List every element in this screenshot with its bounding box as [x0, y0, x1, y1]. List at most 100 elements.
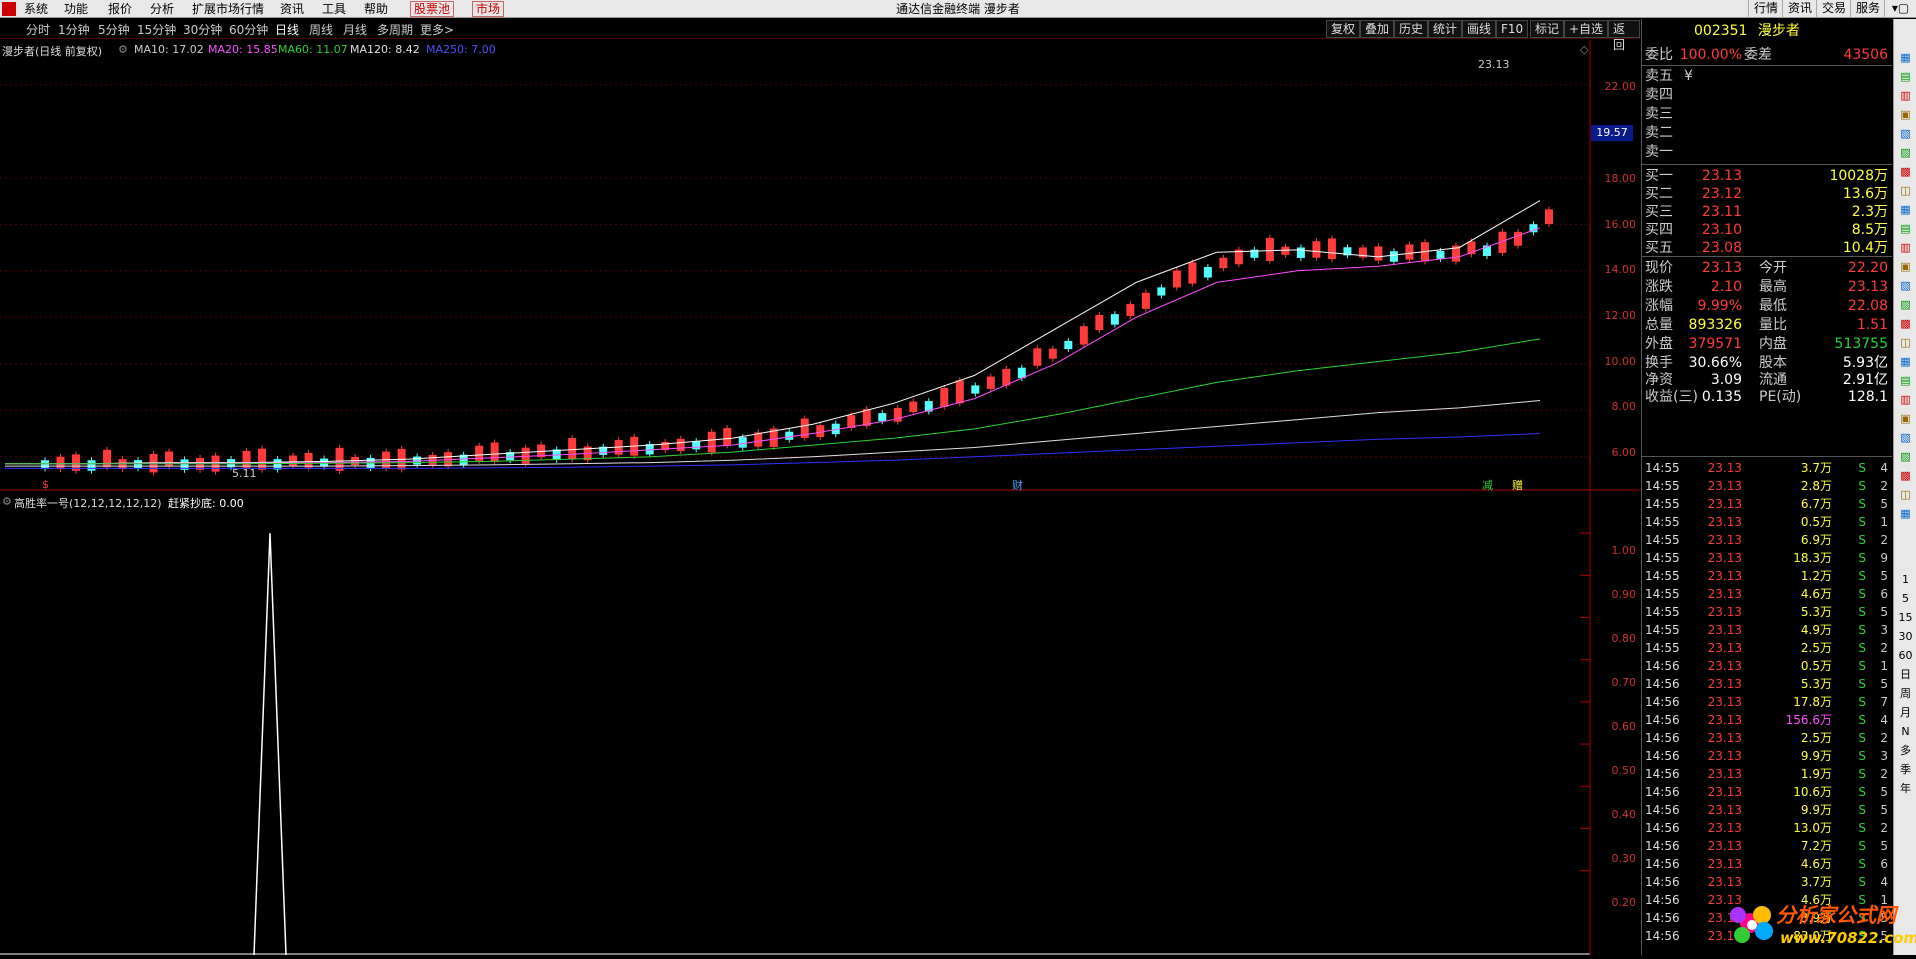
tool-add-watch[interactable]: +自选 [1564, 20, 1609, 38]
kline-svg [0, 40, 1640, 491]
period-15min[interactable]: 15分钟 [137, 21, 176, 38]
side-tool-icon[interactable]: ▦ [1897, 353, 1914, 370]
ind-tick-1: 1.00 [1611, 544, 1637, 557]
tool-overlay[interactable]: 叠加 [1360, 20, 1395, 38]
side-tool-icon[interactable]: ▣ [1897, 258, 1914, 275]
period-60min[interactable]: 60分钟 [229, 21, 268, 38]
menu-quote[interactable]: 报价 [108, 1, 132, 17]
collapse-icon[interactable]: ◇ [1580, 43, 1588, 56]
menu-extended-market[interactable]: 扩展市场行情 [192, 1, 264, 17]
period-tick[interactable]: 分时 [26, 21, 50, 38]
tick-side: S [1858, 569, 1866, 583]
period-multi[interactable]: 多周期 [377, 21, 413, 38]
period-30min[interactable]: 30分钟 [183, 21, 222, 38]
side-tool-icon[interactable]: ▩ [1897, 163, 1914, 180]
indicator-toggle-icon[interactable]: ⚙ [2, 495, 12, 508]
ind-tick-4: 0.70 [1611, 676, 1637, 689]
menu-news[interactable]: 资讯 [280, 1, 304, 17]
event-marker-dollar[interactable]: $ [42, 478, 49, 491]
event-marker-reduce[interactable]: 减 [1482, 477, 1493, 493]
side-tool-icon[interactable]: ◫ [1897, 182, 1914, 199]
menu-system[interactable]: 系统 [24, 1, 48, 17]
period-5min[interactable]: 5分钟 [98, 21, 130, 38]
side-tool-icon[interactable]: ▨ [1897, 144, 1914, 161]
side-period-11[interactable]: 年 [1897, 780, 1914, 797]
period-monthly[interactable]: 月线 [343, 21, 367, 38]
menu-stock-pool[interactable]: 股票池 [410, 1, 455, 17]
ind-tick-5: 0.60 [1611, 720, 1637, 733]
kline-chart[interactable]: 漫步者(日线 前复权) ⚙ MA10: 17.02 MA20: 15.85 MA… [0, 40, 1640, 493]
tool-draw[interactable]: 画线 [1462, 20, 1497, 38]
event-marker-finance[interactable]: 财 [1012, 477, 1023, 493]
indicator-chart[interactable]: ⚙ 高胜率一号(12,12,12,12,12) 赶紧抄底: 0.00 1.00 … [0, 492, 1640, 956]
side-tool-icon[interactable]: ▨ [1897, 448, 1914, 465]
settings-icon[interactable]: ⚙ [118, 43, 128, 56]
side-tool-icon[interactable]: ▩ [1897, 315, 1914, 332]
tool-f10[interactable]: F10 [1496, 20, 1529, 38]
period-weekly[interactable]: 周线 [309, 21, 333, 38]
menu-function[interactable]: 功能 [64, 1, 88, 17]
side-period-1[interactable]: 5 [1897, 590, 1914, 607]
tick-time: 14:56 [1645, 749, 1680, 763]
top-trade-button[interactable]: 交易 [1816, 0, 1851, 18]
tool-mark[interactable]: 标记 [1530, 20, 1565, 38]
stat-label-left: 总量 [1645, 317, 1673, 333]
side-tool-icon[interactable]: ▤ [1897, 220, 1914, 237]
side-tool-icon[interactable]: ▣ [1897, 410, 1914, 427]
window-controls[interactable]: ▾▢ [1884, 0, 1916, 18]
side-tool-icon[interactable]: ▦ [1897, 505, 1914, 522]
side-period-6[interactable]: 周 [1897, 685, 1914, 702]
tick-side: S [1858, 677, 1866, 691]
tool-back[interactable]: 返回 [1608, 20, 1640, 52]
side-tool-icon[interactable]: ▣ [1897, 106, 1914, 123]
side-tool-icon[interactable]: ▧ [1897, 277, 1914, 294]
tool-adjust[interactable]: 复权 [1326, 20, 1361, 38]
period-daily[interactable]: 日线 [275, 21, 299, 38]
menu-analysis[interactable]: 分析 [150, 1, 174, 17]
side-tool-icon[interactable]: ▦ [1897, 49, 1914, 66]
tick-count: 1 [1880, 515, 1888, 529]
tick-volume: 2.5万 [1800, 641, 1832, 655]
tick-time: 14:56 [1645, 857, 1680, 871]
side-tool-icon[interactable]: ◫ [1897, 334, 1914, 351]
tool-history[interactable]: 历史 [1394, 20, 1429, 38]
menu-tools[interactable]: 工具 [322, 1, 346, 17]
side-period-4[interactable]: 60 [1897, 647, 1914, 664]
side-tool-icon[interactable]: ▥ [1897, 391, 1914, 408]
tick-volume: 6.9万 [1800, 533, 1832, 547]
quote-stat-row: 外盘 379571 内盘 513755 [1642, 335, 1892, 353]
top-news-button[interactable]: 资讯 [1782, 0, 1817, 18]
event-marker-gift[interactable]: 赠 [1512, 477, 1523, 493]
top-service-button[interactable]: 服务 [1850, 0, 1885, 18]
side-tool-icon[interactable]: ▩ [1897, 467, 1914, 484]
side-period-5[interactable]: 日 [1897, 666, 1914, 683]
stat-label-left: 收益(三) [1645, 389, 1698, 405]
tool-stats[interactable]: 统计 [1428, 20, 1463, 38]
buy-level-label: 买二 [1645, 186, 1673, 202]
side-period-3[interactable]: 30 [1897, 628, 1914, 645]
side-tool-icon[interactable]: ▨ [1897, 296, 1914, 313]
side-tool-icon[interactable]: ▧ [1897, 429, 1914, 446]
side-period-7[interactable]: 月 [1897, 704, 1914, 721]
side-period-10[interactable]: 季 [1897, 761, 1914, 778]
tick-volume: 13.0万 [1793, 821, 1832, 835]
top-market-button[interactable]: 行情 [1748, 0, 1783, 18]
period-1min[interactable]: 1分钟 [58, 21, 90, 38]
side-tool-icon[interactable]: ◫ [1897, 486, 1914, 503]
candle-body [490, 442, 499, 462]
side-tool-icon[interactable]: ▥ [1897, 239, 1914, 256]
side-tool-icon[interactable]: ▤ [1897, 372, 1914, 389]
side-tool-icon[interactable]: ▤ [1897, 68, 1914, 85]
side-tool-icon[interactable]: ▥ [1897, 87, 1914, 104]
stat-value-right: 513755 [1834, 336, 1888, 352]
menu-help[interactable]: 帮助 [364, 1, 388, 17]
side-period-0[interactable]: 1 [1897, 571, 1914, 588]
side-period-9[interactable]: 多 [1897, 742, 1914, 759]
tick-time: 14:55 [1645, 479, 1680, 493]
side-tool-icon[interactable]: ▧ [1897, 125, 1914, 142]
period-more[interactable]: 更多> [420, 21, 454, 38]
side-period-8[interactable]: N [1897, 723, 1914, 740]
side-period-2[interactable]: 15 [1897, 609, 1914, 626]
side-tool-icon[interactable]: ▦ [1897, 201, 1914, 218]
menu-market[interactable]: 市场 [472, 1, 505, 17]
